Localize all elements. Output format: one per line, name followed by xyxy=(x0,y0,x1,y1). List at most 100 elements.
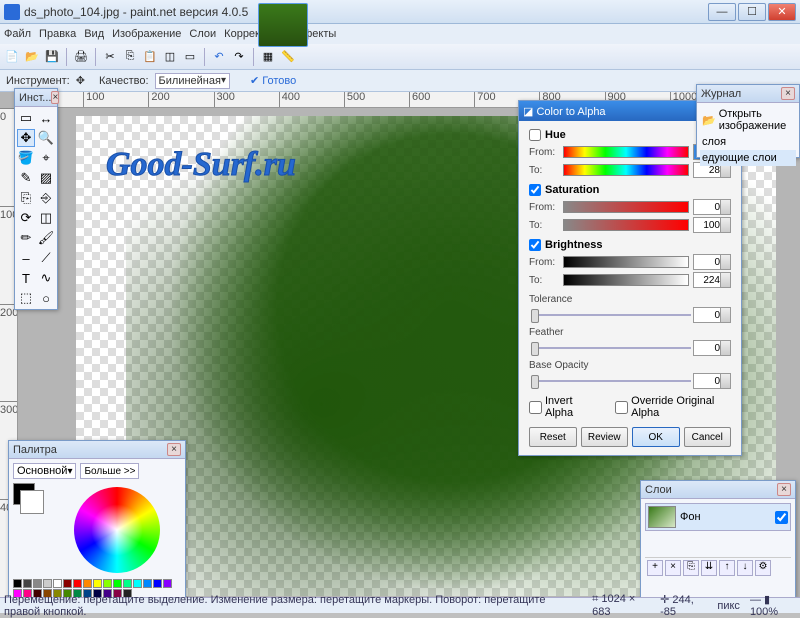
colors-close-icon[interactable]: × xyxy=(167,443,181,456)
tool-9[interactable]: ⎆ xyxy=(37,189,55,207)
swatch[interactable] xyxy=(113,579,122,588)
paste-icon[interactable]: 📋 xyxy=(142,49,158,65)
copy-icon[interactable]: ⎘ xyxy=(122,49,138,65)
swatch[interactable] xyxy=(23,579,32,588)
ok-button[interactable]: OK xyxy=(632,427,680,447)
save-icon[interactable]: 💾 xyxy=(44,49,60,65)
tool-14[interactable]: – xyxy=(17,249,35,267)
move-tool-icon[interactable]: ✥ xyxy=(76,74,85,87)
history-close-icon[interactable]: × xyxy=(781,87,795,100)
history-item[interactable]: 📂 Открыть изображение xyxy=(700,106,796,134)
color-wheel[interactable] xyxy=(74,487,160,573)
tool-17[interactable]: ∿ xyxy=(37,269,55,287)
quality-dropdown[interactable]: Билинейная ▾ xyxy=(155,73,230,89)
swatch[interactable] xyxy=(123,579,132,588)
swatch[interactable] xyxy=(153,579,162,588)
reset-button[interactable]: Reset xyxy=(529,427,577,447)
tool-11[interactable]: ◫ xyxy=(37,209,55,227)
swatch[interactable] xyxy=(103,579,112,588)
tool-0[interactable]: ▭ xyxy=(17,109,35,127)
add-layer-icon[interactable]: + xyxy=(647,560,663,576)
history-item[interactable]: слоя xyxy=(700,134,796,150)
tool-8[interactable]: ⎘ xyxy=(17,189,35,207)
swatch[interactable] xyxy=(143,579,152,588)
close-button[interactable]: ✕ xyxy=(768,3,796,21)
layer-down-icon[interactable]: ↓ xyxy=(737,560,753,576)
layer-props-icon[interactable]: ⚙ xyxy=(755,560,771,576)
brt-to-bar[interactable] xyxy=(563,274,689,286)
sat-to-spinner[interactable]: 100 xyxy=(693,217,731,233)
ruler-icon[interactable]: 📏 xyxy=(280,49,296,65)
tool-4[interactable]: 🪣 xyxy=(17,149,35,167)
review-button[interactable]: Review xyxy=(581,427,629,447)
document-thumb[interactable] xyxy=(258,3,308,47)
primary-color-dropdown[interactable]: Основной ▾ xyxy=(13,463,76,479)
deselect-icon[interactable]: ▭ xyxy=(182,49,198,65)
hue-checkbox[interactable] xyxy=(529,129,541,141)
merge-layer-icon[interactable]: ⇊ xyxy=(701,560,717,576)
base-opacity-spinner[interactable]: 0 xyxy=(693,373,731,389)
undo-icon[interactable]: ↶ xyxy=(211,49,227,65)
tool-15[interactable]: ⟋ xyxy=(37,249,55,267)
swatch[interactable] xyxy=(33,579,42,588)
delete-layer-icon[interactable]: × xyxy=(665,560,681,576)
menu-image[interactable]: Изображение xyxy=(112,28,181,40)
swatch[interactable] xyxy=(133,579,142,588)
swatch[interactable] xyxy=(73,579,82,588)
status-units[interactable]: пикс xyxy=(717,600,740,612)
layer-up-icon[interactable]: ↑ xyxy=(719,560,735,576)
override-alpha-checkbox[interactable]: Override Original Alpha xyxy=(615,395,731,419)
maximize-button[interactable]: ☐ xyxy=(738,3,766,21)
brt-from-spinner[interactable]: 0 xyxy=(693,254,731,270)
tool-19[interactable]: ○ xyxy=(37,289,55,307)
tool-1[interactable]: ↔ xyxy=(37,109,55,127)
swatch[interactable] xyxy=(53,579,62,588)
more-colors-button[interactable]: Больше >> xyxy=(80,463,139,479)
invert-alpha-checkbox[interactable]: Invert Alpha xyxy=(529,395,595,419)
open-icon[interactable]: 📂 xyxy=(24,49,40,65)
tool-6[interactable]: ✎ xyxy=(17,169,35,187)
swatch[interactable] xyxy=(163,579,172,588)
feather-slider[interactable]: 0 xyxy=(529,340,731,356)
duplicate-layer-icon[interactable]: ⎘ xyxy=(683,560,699,576)
brt-to-spinner[interactable]: 224 xyxy=(693,272,731,288)
tool-13[interactable]: 🖌 xyxy=(37,229,55,247)
tool-12[interactable]: ✏ xyxy=(17,229,35,247)
tool-5[interactable]: ⌖ xyxy=(37,149,55,167)
hue-from-bar[interactable] xyxy=(563,146,689,158)
tolerance-slider[interactable]: 0 xyxy=(529,307,731,323)
tools-close-icon[interactable]: × xyxy=(51,91,59,104)
tool-16[interactable]: T xyxy=(17,269,35,287)
swatch[interactable] xyxy=(13,579,22,588)
tool-7[interactable]: ▨ xyxy=(37,169,55,187)
menu-view[interactable]: Вид xyxy=(84,28,104,40)
hue-to-bar[interactable] xyxy=(563,164,689,176)
tool-3[interactable]: 🔍 xyxy=(37,129,55,147)
menu-layers[interactable]: Слои xyxy=(189,28,216,40)
swatch[interactable] xyxy=(83,579,92,588)
brt-from-bar[interactable] xyxy=(563,256,689,268)
minimize-button[interactable]: — xyxy=(708,3,736,21)
tolerance-spinner[interactable]: 0 xyxy=(693,307,731,323)
layer-visible-checkbox[interactable] xyxy=(775,511,788,524)
sat-to-bar[interactable] xyxy=(563,219,689,231)
swatch[interactable] xyxy=(63,579,72,588)
brightness-checkbox[interactable] xyxy=(529,239,541,251)
print-icon[interactable]: 🖨 xyxy=(73,49,89,65)
menu-edit[interactable]: Правка xyxy=(39,28,76,40)
cut-icon[interactable]: ✂ xyxy=(102,49,118,65)
feather-spinner[interactable]: 0 xyxy=(693,340,731,356)
redo-icon[interactable]: ↷ xyxy=(231,49,247,65)
grid-icon[interactable]: ▦ xyxy=(260,49,276,65)
status-zoom[interactable]: — ▮ 100% xyxy=(750,593,796,618)
sat-from-spinner[interactable]: 0 xyxy=(693,199,731,215)
menu-file[interactable]: Файл xyxy=(4,28,31,40)
tool-18[interactable]: ⬚ xyxy=(17,289,35,307)
finish-button[interactable]: ✔ Готово xyxy=(250,74,296,87)
swatch[interactable] xyxy=(93,579,102,588)
layer-row[interactable]: Фон xyxy=(645,503,791,531)
cancel-button[interactable]: Cancel xyxy=(684,427,732,447)
base-opacity-slider[interactable]: 0 xyxy=(529,373,731,389)
crop-icon[interactable]: ◫ xyxy=(162,49,178,65)
sat-from-bar[interactable] xyxy=(563,201,689,213)
